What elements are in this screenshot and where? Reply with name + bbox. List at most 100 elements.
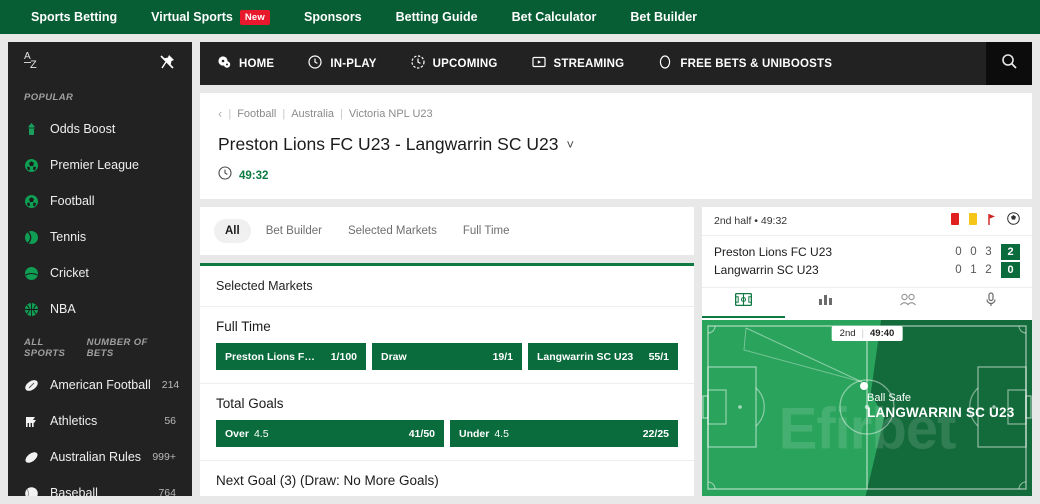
team-score: 0 [1001,262,1020,278]
market-title: Next Goal (3) (Draw: No More Goals) [216,473,439,488]
columns-wrapper: All Bet Builder Selected Markets Full Ti… [200,207,1032,496]
markets-section-title: Selected Markets [200,266,694,307]
odds-value: 19/1 [492,350,513,363]
breadcrumb-item-league[interactable]: Victoria NPL U23 [349,108,433,120]
breadcrumb-separator: | [228,107,232,120]
sidebar-item-odds-boost[interactable]: Odds Boost [8,111,192,147]
sidebar-item-baseball[interactable]: Baseball 764 [8,475,192,496]
live-pitch-visualisation[interactable]: Efirbet 2nd | 49:40 Ball Safe LANGWARRIN… [702,318,1032,496]
odds-button[interactable]: Preston Lions FC U23 1/100 [216,343,366,370]
sidebar-item-american-football[interactable]: American Football 214 [8,367,192,403]
american-football-icon [24,378,39,393]
market-odds-row: Over 4.5 41/50 Under 4.5 22/25 [216,420,678,447]
odds-boost-icon [24,122,39,137]
sidebar-item-football[interactable]: Football [8,183,192,219]
sidebar-item-nba[interactable]: NBA [8,291,192,327]
search-button[interactable] [986,42,1032,85]
topnav-item-betting-guide[interactable]: Betting Guide [379,0,495,34]
basketball-icon [24,302,39,317]
team-name: Langwarrin SC U23 [714,263,819,277]
tab-lineups[interactable] [867,288,950,318]
yellow-card-icon[interactable] [969,212,977,230]
scoreboard-header: 2nd half • 49:32 [702,207,1032,236]
odds-selection-name: Under 4.5 [459,428,509,440]
pitch-time-badge: 2nd | 49:40 [831,326,903,341]
nav-label: HOME [239,57,275,70]
sidebar-item-label: Cricket [50,266,89,280]
content-area: ‹ | Football | Australia | Victoria NPL … [200,93,1032,496]
sidebar-item-athletics[interactable]: Athletics 56 [8,403,192,439]
nav-item-in-play[interactable]: IN-PLAY [291,42,393,85]
breadcrumb-item-australia[interactable]: Australia [291,108,334,120]
stats-bars-icon [818,293,834,311]
market-tabs: All Bet Builder Selected Markets Full Ti… [200,207,694,255]
nav-label: UPCOMING [432,57,498,70]
football-icon[interactable] [1007,212,1020,230]
tab-bet-builder[interactable]: Bet Builder [255,219,333,243]
upcoming-clock-icon [411,55,425,72]
tab-selected-markets[interactable]: Selected Markets [337,219,448,243]
live-view-tabs [702,288,1032,318]
market-block-full-time: Full Time Preston Lions FC U23 1/100 Dra… [200,307,694,384]
red-card-icon[interactable] [951,212,959,230]
team-stat: 1 [970,264,977,276]
sports-sidebar: AZ POPULAR Odds Boost Premier League Foo… [8,42,192,496]
odds-selection-name: Langwarrin SC U23 [537,350,634,363]
circle-icon [658,55,672,72]
nav-item-streaming[interactable]: STREAMING [515,42,642,85]
unpin-icon[interactable] [158,53,176,71]
sidebar-item-premier-league[interactable]: Premier League [8,147,192,183]
sidebar-item-australian-rules[interactable]: Australian Rules 999+ [8,439,192,475]
odds-button[interactable]: Over 4.5 41/50 [216,420,444,447]
secondary-navigation: HOME IN-PLAY UPCOMING STREAMING FREE BET… [200,42,1032,85]
corner-flag-icon[interactable] [987,212,997,230]
team-stat: 0 [955,246,962,258]
pitch-time: 49:40 [870,328,895,339]
scoreboard-row: Langwarrin SC U23 0 1 2 0 [714,261,1020,279]
commentary-mic-icon [985,292,997,312]
football-icon [24,158,39,173]
chevron-left-icon[interactable]: ‹ [218,106,222,121]
match-clock-row: 49:32 [218,166,1014,185]
market-odds-row: Preston Lions FC U23 1/100 Draw 19/1 Lan… [216,343,678,370]
tab-all[interactable]: All [214,219,251,243]
odds-selection-name: Over 4.5 [225,428,269,440]
breadcrumb-separator: | [282,107,286,120]
tab-statistics[interactable] [785,288,868,318]
sidebar-item-label: NBA [50,302,76,316]
topnav-item-virtual-sports[interactable]: Virtual Sports New [134,0,287,34]
page-body: AZ POPULAR Odds Boost Premier League Foo… [0,34,1040,504]
tab-pitch-view[interactable] [702,288,785,318]
sidebar-item-tennis[interactable]: Tennis [8,219,192,255]
topnav-item-sponsors[interactable]: Sponsors [287,0,379,34]
topnav-label: Bet Builder [630,10,698,24]
odds-button[interactable]: Langwarrin SC U23 55/1 [528,343,678,370]
athletics-icon [24,414,39,429]
breadcrumb-item-football[interactable]: Football [237,108,276,120]
nav-item-home[interactable]: HOME [200,42,291,85]
sidebar-item-count: 214 [161,379,180,391]
topnav-item-sports-betting[interactable]: Sports Betting [14,0,134,34]
odds-value: 55/1 [648,350,669,363]
nav-item-free-bets-uniboosts[interactable]: FREE BETS & UNIBOOSTS [641,42,849,85]
lineups-icon [899,293,917,311]
match-title-row[interactable]: Preston Lions FC U23 - Langwarrin SC U23… [218,134,1014,155]
tab-full-time[interactable]: Full Time [452,219,521,243]
sidebar-item-label: Premier League [50,158,139,172]
ball-position-marker [860,382,868,390]
az-sort-icon[interactable]: AZ [24,51,44,73]
sidebar-item-label: Australian Rules [50,450,142,464]
odds-button[interactable]: Under 4.5 22/25 [450,420,678,447]
odds-selection-name: Draw [381,350,407,363]
popular-label: POPULAR [24,92,74,103]
topnav-item-bet-builder[interactable]: Bet Builder [613,0,714,34]
pitch-period-label: 2nd [839,328,856,339]
team-stat: 3 [985,246,992,258]
odds-button[interactable]: Draw 19/1 [372,343,522,370]
sidebar-item-cricket[interactable]: Cricket [8,255,192,291]
odds-value: 22/25 [642,427,669,440]
chevron-down-icon[interactable]: ˅ [566,137,574,152]
topnav-item-bet-calculator[interactable]: Bet Calculator [495,0,614,34]
nav-item-upcoming[interactable]: UPCOMING [394,42,515,85]
tab-commentary[interactable] [950,288,1033,318]
